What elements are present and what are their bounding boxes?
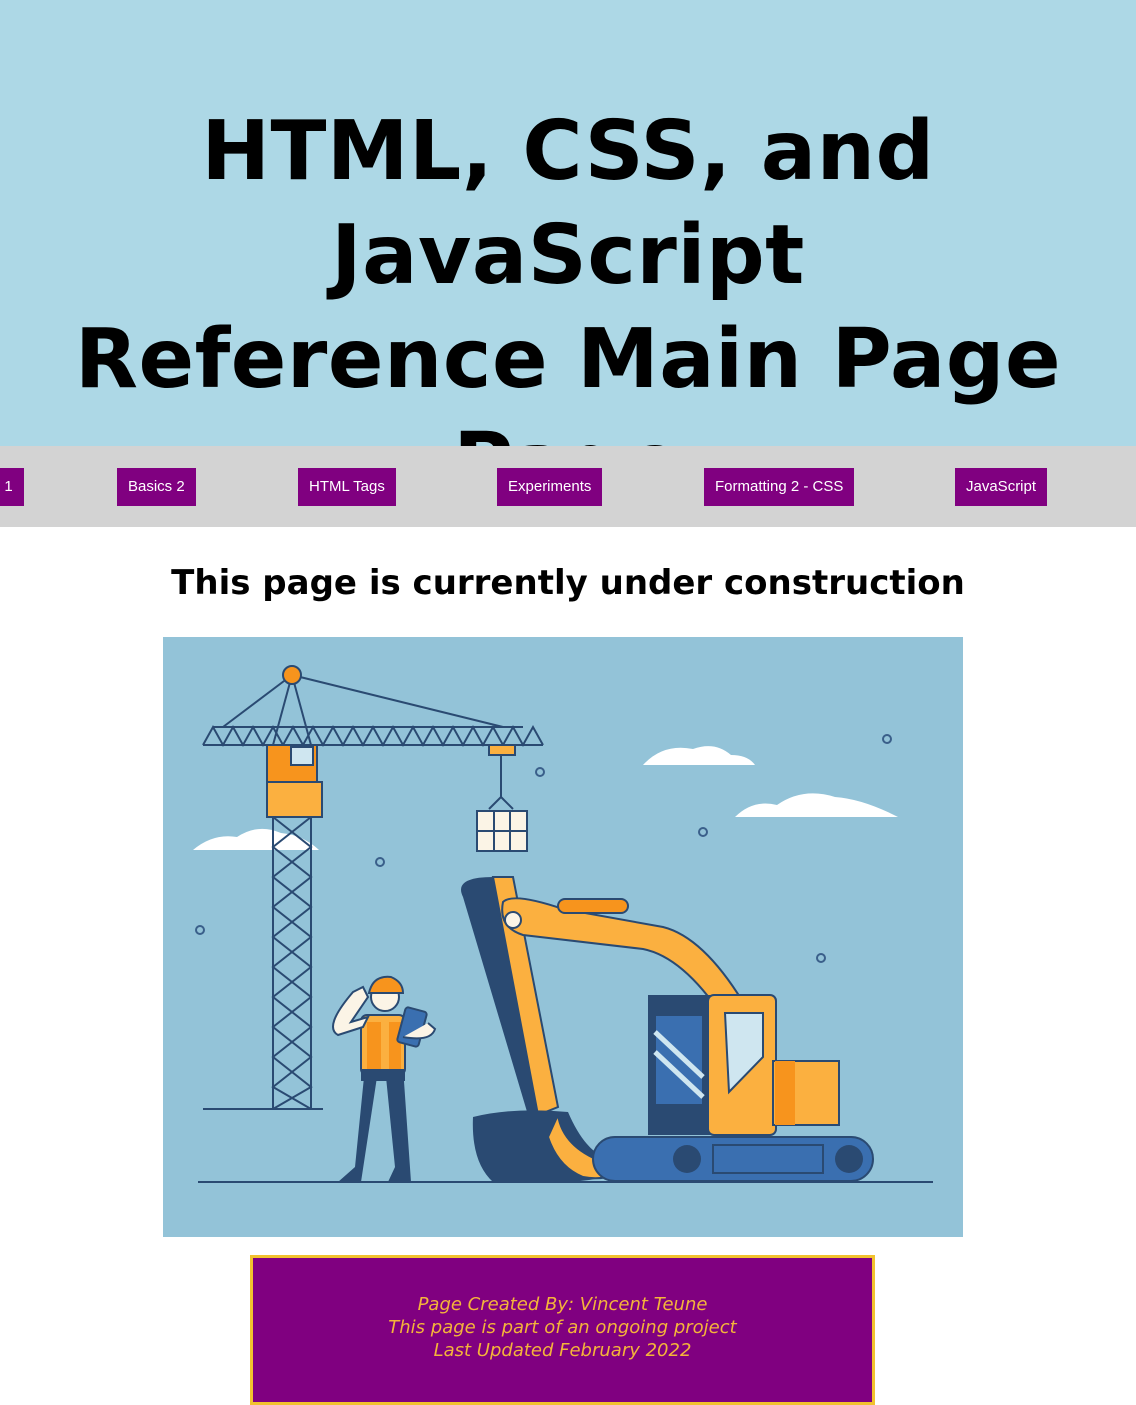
excavator-icon [461, 876, 874, 1182]
nav-button-formatting-2-css[interactable]: Formatting 2 - CSS [704, 468, 855, 506]
page-header: HTML, CSS, and JavaScript Reference Main… [0, 0, 1136, 511]
footer-author: Page Created By: Vincent Teune [417, 1294, 708, 1315]
page-footer: Page Created By: Vincent Teune This page… [250, 1255, 875, 1405]
worker-icon [332, 975, 437, 1182]
under-construction-illustration [163, 637, 963, 1237]
nav-bar: Basics 1 Basics 2 HTML Tags Experiments … [0, 446, 1136, 527]
footer-last-updated: Last Updated February 2022 [433, 1340, 692, 1361]
nav-button-basics-1[interactable]: Basics 1 [0, 468, 24, 506]
nav-button-html-tags[interactable]: HTML Tags [298, 468, 396, 506]
footer-project-note: This page is part of an ongoing project [388, 1317, 737, 1338]
nav-button-javascript[interactable]: JavaScript [955, 468, 1048, 506]
page-title-line1: HTML, CSS, and JavaScript [201, 104, 935, 303]
construction-heading: This page is currently under constructio… [171, 563, 965, 603]
nav-button-experiments[interactable]: Experiments [497, 468, 603, 506]
nav-button-basics-2[interactable]: Basics 2 [117, 468, 196, 506]
